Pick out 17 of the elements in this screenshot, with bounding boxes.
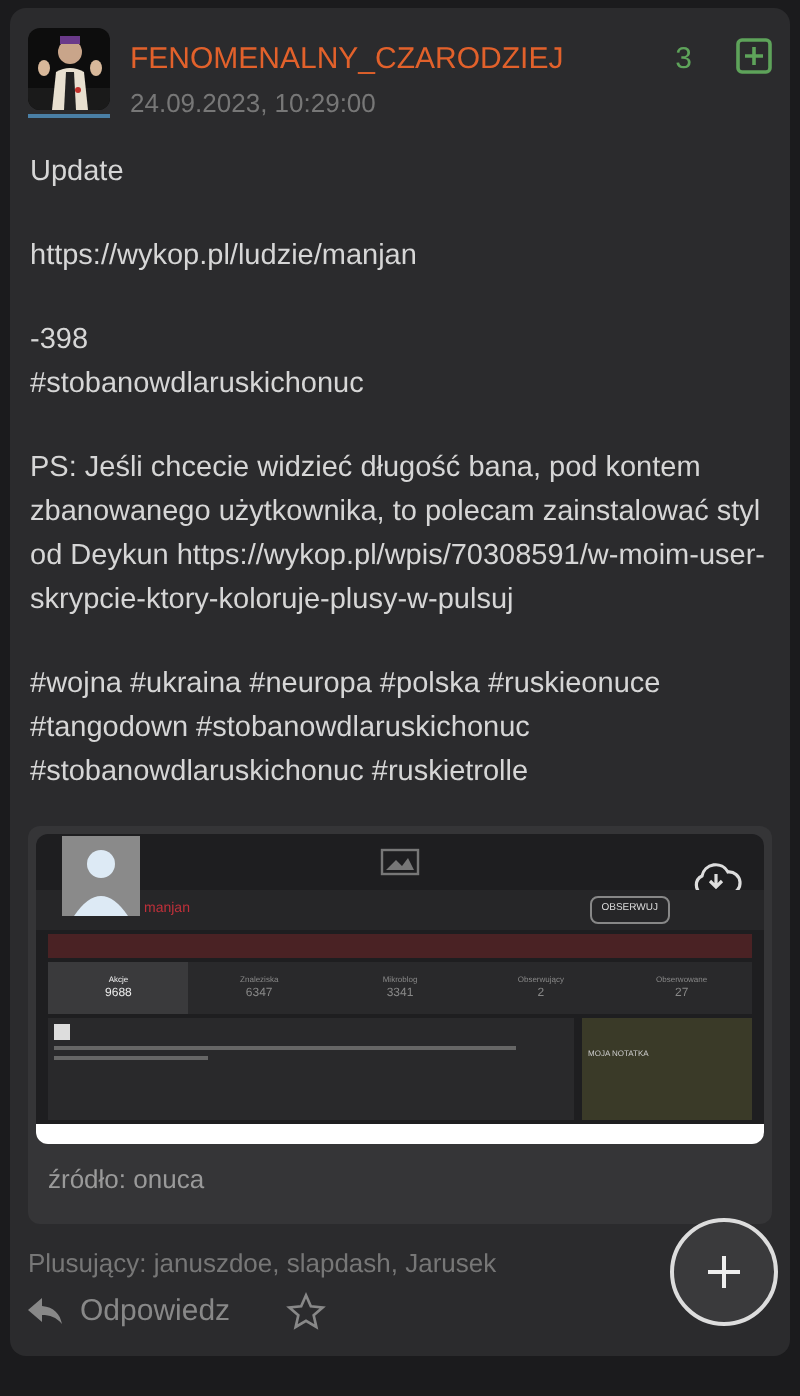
post-text: #wojna #ukraina #neuropa #polska #ruskieonuce #tangodown #stobanowdlaruskichonuc #stobanowdlaruskichonuc #ruskietrolle	[30, 666, 663, 792]
plus-icon	[706, 1254, 742, 1291]
upvoters-list: Plusujący: januszdoe, slapdash, Jarusek	[28, 1243, 497, 1282]
source-label: źródło: onuca	[46, 1162, 207, 1198]
post-text: PS: Jeśli chcecie widzieć długość bana, pod kontem zbanowanego użytkownika, to polecam zainstalować styl od Deykun https://wykop.pl/wpis/70308591/w-moim-user-skrypcie-ktory-koloruje-plusy-w-pulsuj	[30, 450, 767, 620]
star-icon[interactable]	[286, 1292, 327, 1333]
plus-icon[interactable]	[736, 38, 772, 74]
user-silhouette-icon	[62, 836, 140, 916]
post-date: 24.09.2023, 10:29:00	[130, 85, 378, 121]
author-name[interactable]: FENOMENALNY_CZARODZIEJ	[130, 38, 656, 83]
reply-button[interactable]: Odpowiedz	[28, 1290, 231, 1335]
vote-count: 3	[675, 40, 692, 80]
post-text: https://wykop.pl/ludzie/manjan	[30, 238, 419, 276]
image-placeholder-icon	[380, 848, 420, 876]
reply-icon	[28, 1298, 64, 1327]
post-text: Update	[30, 154, 126, 192]
post-text: -398 #stobanowdlaruskichonuc	[30, 322, 366, 404]
